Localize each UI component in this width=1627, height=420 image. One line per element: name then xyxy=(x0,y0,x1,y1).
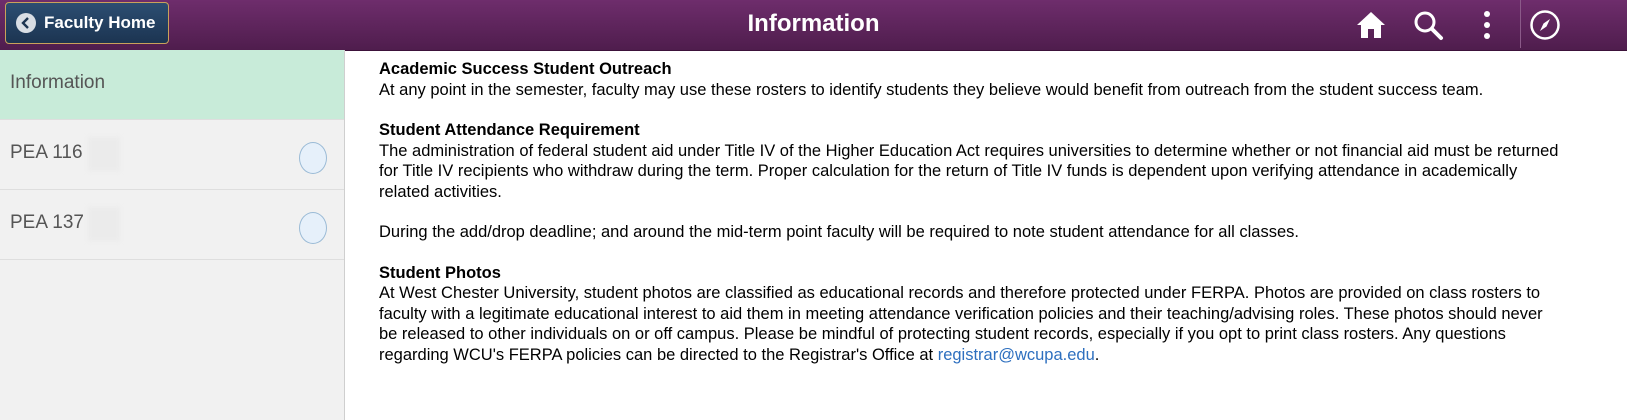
status-badge xyxy=(299,212,327,244)
photos-paragraph: At West Chester University, student phot… xyxy=(379,283,1559,365)
photos-section: Student Photos At West Chester Universit… xyxy=(379,263,1559,366)
attendance-deadline-section: During the add/drop deadline; and around… xyxy=(379,222,1559,243)
faculty-home-back-button[interactable]: Faculty Home xyxy=(5,2,169,44)
header-divider xyxy=(1520,0,1521,48)
sidebar-item-pea-116[interactable]: PEA 116 xyxy=(0,120,344,190)
registrar-email-link[interactable]: registrar@wcupa.edu xyxy=(938,346,1095,364)
attendance-deadline-text: During the add/drop deadline; and around… xyxy=(379,223,1299,241)
outreach-section: Academic Success Student Outreach At any… xyxy=(379,59,1559,100)
photos-end: . xyxy=(1094,345,1100,364)
sidebar-item-information[interactable]: Information xyxy=(0,50,344,120)
back-button-label: Faculty Home xyxy=(44,13,156,32)
sidebar: Information PEA 116 PEA 137 xyxy=(0,50,345,420)
attendance-section: Student Attendance Requirement The admin… xyxy=(379,120,1559,202)
search-icon[interactable] xyxy=(1411,8,1445,42)
outreach-heading: Academic Success Student Outreach xyxy=(379,60,672,78)
navbar-compass-icon[interactable] xyxy=(1528,8,1562,42)
sidebar-item-label: Information xyxy=(10,72,106,93)
sidebar-item-label: PEA 116 xyxy=(10,142,83,163)
attendance-heading: Student Attendance Requirement xyxy=(379,121,640,139)
sidebar-item-label: PEA 137 xyxy=(10,212,84,233)
redacted-section-number xyxy=(88,207,120,241)
outreach-text: At any point in the semester, faculty ma… xyxy=(379,80,1484,99)
status-badge xyxy=(299,142,327,174)
top-navigation-bar: Faculty Home Information xyxy=(0,0,1627,51)
redacted-section-number xyxy=(88,137,120,171)
sidebar-item-pea-137[interactable]: PEA 137 xyxy=(0,190,344,260)
chevron-left-icon xyxy=(16,13,36,33)
photos-heading: Student Photos xyxy=(379,263,501,282)
more-options-icon[interactable] xyxy=(1470,8,1504,42)
home-icon[interactable] xyxy=(1354,8,1388,42)
information-content: Academic Success Student Outreach At any… xyxy=(379,59,1559,385)
attendance-text: The administration of federal student ai… xyxy=(379,141,1559,201)
